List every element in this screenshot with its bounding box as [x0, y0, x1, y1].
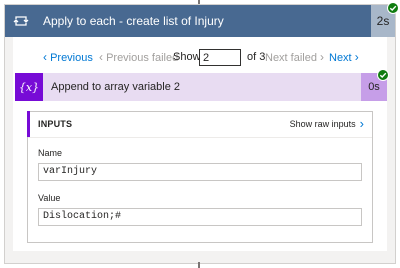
inputs-panel: INPUTS Show raw inputs › Name varInjury V…: [27, 111, 373, 243]
action-title: Append to array variable 2: [51, 81, 181, 93]
chevron-right-icon: ›: [320, 50, 325, 64]
variable-icon: {x}: [15, 73, 43, 101]
previous-label: Previous: [50, 52, 93, 64]
append-action-header[interactable]: {x} Append to array variable 2 0s: [15, 69, 389, 101]
loop-header[interactable]: Apply to each - create list of Injury 2s: [5, 5, 395, 37]
previous-button[interactable]: ‹ Previous: [43, 47, 93, 67]
chevron-right-icon: ›: [359, 116, 364, 131]
previous-failed-button[interactable]: ‹ Previous failed: [99, 47, 178, 67]
show-raw-inputs-button[interactable]: Show raw inputs ›: [290, 112, 364, 136]
loop-body: ‹ Previous ‹ Previous failed Show of 3 N…: [13, 37, 389, 251]
page-of-total: of 3: [247, 51, 266, 63]
loop-title: Apply to each - create list of Injury: [43, 14, 224, 28]
value-field-value: Dislocation;#: [38, 208, 362, 226]
next-label: Next: [329, 52, 352, 64]
chevron-left-icon: ‹: [99, 50, 103, 64]
name-field-value: varInjury: [38, 163, 362, 181]
name-field-label: Name: [38, 148, 63, 158]
previous-failed-label: Previous failed: [106, 52, 179, 64]
next-failed-label: Next failed: [265, 52, 317, 64]
loop-icon: [5, 5, 37, 37]
show-raw-inputs-label: Show raw inputs: [289, 119, 356, 129]
apply-to-each-card: Apply to each - create list of Injury 2s…: [4, 2, 399, 264]
value-field-label: Value: [38, 193, 61, 203]
loop-success-icon: [387, 2, 399, 14]
show-label: Show: [173, 51, 201, 63]
next-button[interactable]: Next ›: [329, 47, 359, 67]
panel-divider: [28, 137, 372, 138]
next-failed-button[interactable]: Next failed ›: [265, 47, 324, 67]
chevron-left-icon: ‹: [43, 50, 47, 64]
action-success-icon: [377, 69, 389, 81]
chevron-right-icon: ›: [354, 50, 359, 64]
inputs-heading: INPUTS: [38, 119, 73, 129]
page-number-input[interactable]: [199, 49, 241, 66]
inputs-accent-bar: [27, 111, 30, 137]
iteration-pager: ‹ Previous ‹ Previous failed Show of 3 N…: [13, 47, 387, 67]
flow-connector-bottom: [198, 262, 200, 268]
